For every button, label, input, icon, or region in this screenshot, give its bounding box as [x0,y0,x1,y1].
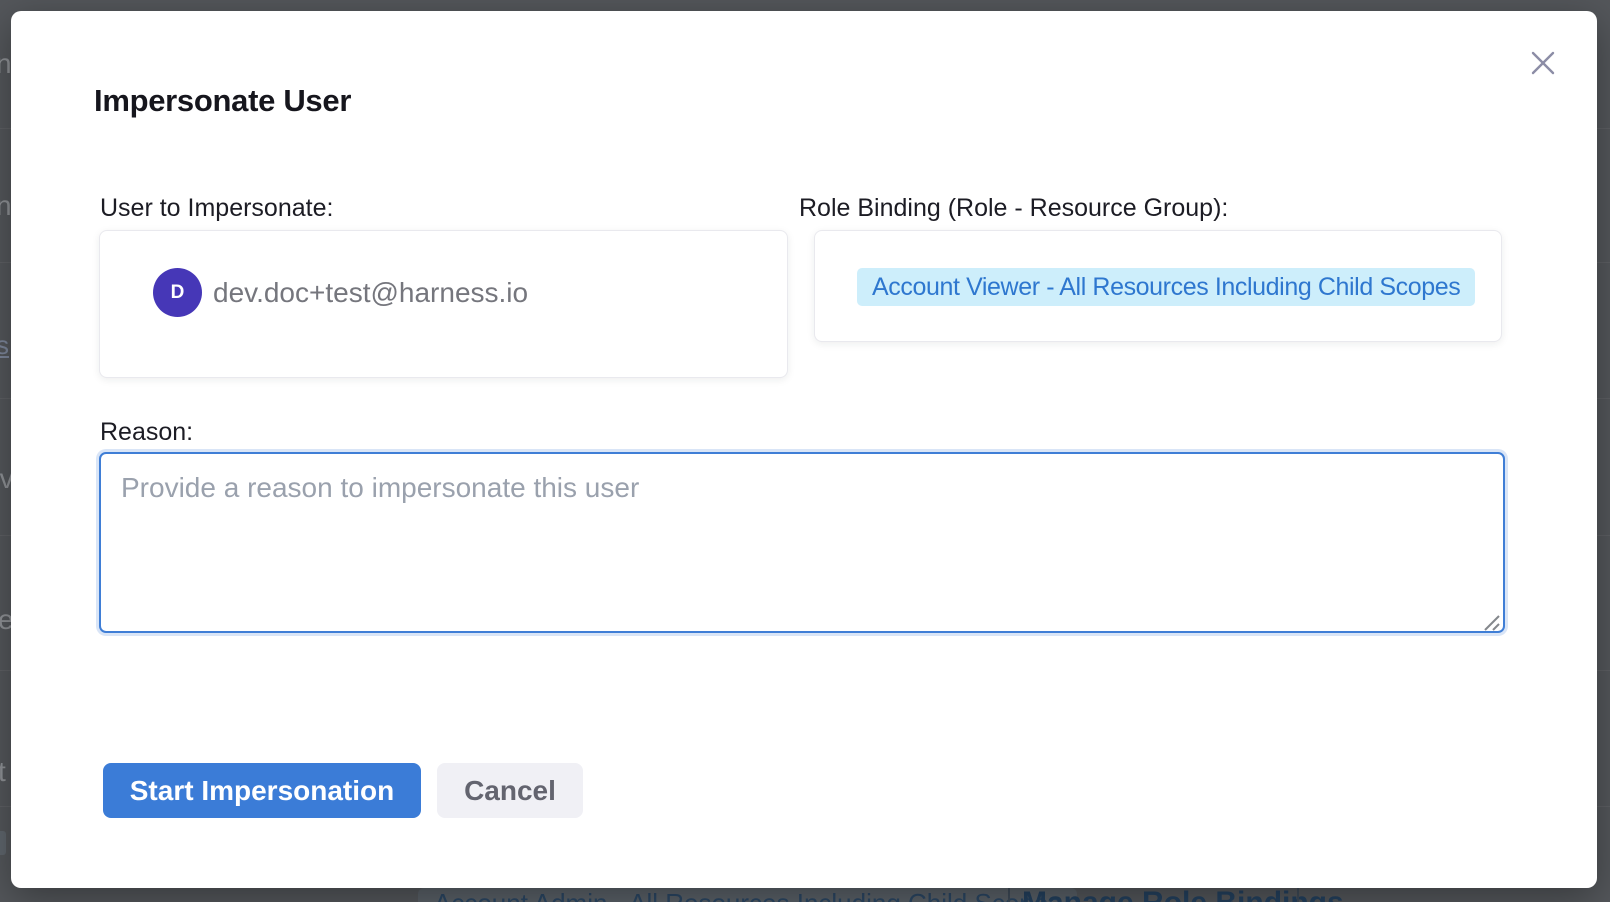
reason-label: Reason: [100,418,193,447]
bg-text-fragment: ct [0,756,6,788]
dialog-title: Impersonate User [94,83,351,119]
bg-column-divider [1297,888,1299,902]
bg-manage-role-bindings-link: Manage Role Bindings [1022,888,1344,902]
bg-column-divider [1008,888,1010,902]
user-email: dev.doc+test@harness.io [213,268,528,317]
bg-text-fragment: n [0,190,12,222]
user-card: D dev.doc+test@harness.io [99,230,788,378]
reason-input[interactable] [99,452,1505,633]
bg-element-fragment [0,831,6,855]
bg-link-fragment: s [0,330,9,361]
role-binding-label: Role Binding (Role - Resource Group): [799,194,1228,223]
close-button[interactable] [1525,45,1561,81]
close-icon [1529,49,1557,77]
cancel-button[interactable]: Cancel [437,763,583,818]
bg-role-binding-badge: Account Admin - All Resources Including … [418,888,1077,902]
user-avatar: D [153,268,202,317]
screen: n n s ev ve ct Account Admin - All Resou… [0,0,1610,902]
role-binding-badge: Account Viewer - All Resources Including… [857,268,1475,306]
start-impersonation-button[interactable]: Start Impersonation [103,763,421,818]
role-binding-card: Account Viewer - All Resources Including… [814,230,1502,342]
bg-text-fragment: n [0,48,12,80]
impersonate-user-dialog: Impersonate User User to Impersonate: D … [11,11,1597,888]
user-to-impersonate-label: User to Impersonate: [100,194,333,223]
